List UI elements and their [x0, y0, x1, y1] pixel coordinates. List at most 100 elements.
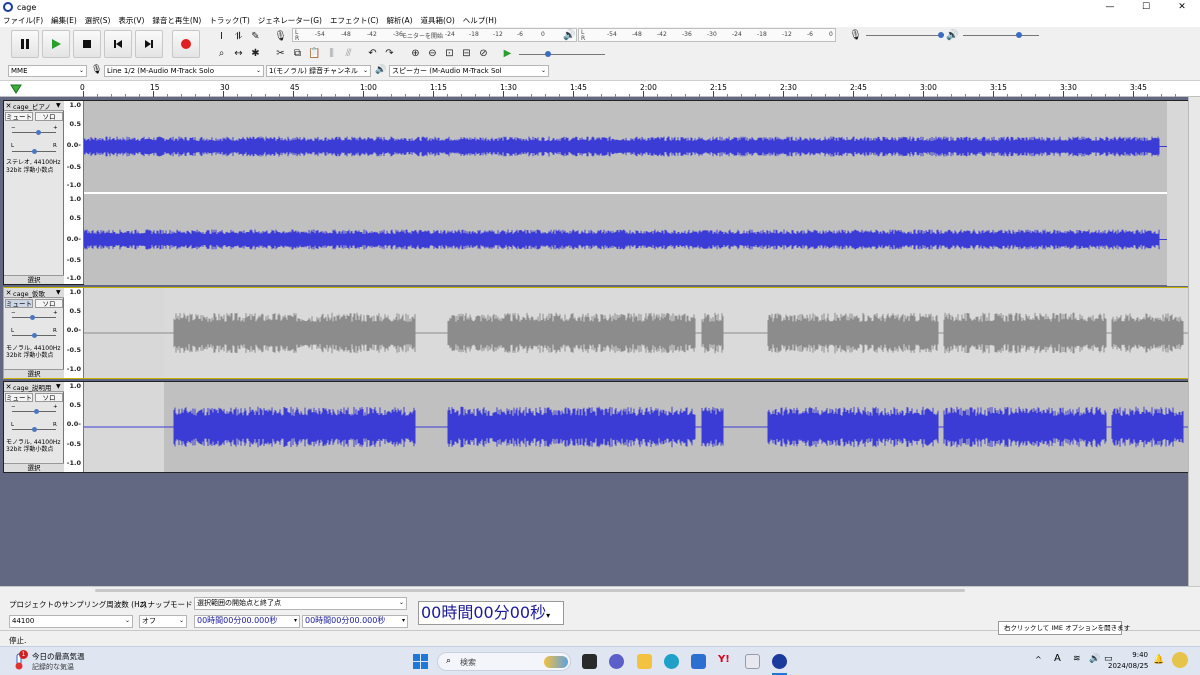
menu-help[interactable]: ヘルプ(H) [463, 15, 497, 26]
clock-time[interactable]: 9:40 [1108, 651, 1148, 659]
silence-icon[interactable]: ⫻ [341, 46, 356, 61]
notification-bell-icon[interactable]: 🔔 [1153, 655, 1164, 665]
snap-mode-select[interactable]: オフ ⌄ [139, 615, 187, 628]
solo-button[interactable]: ソロ [35, 112, 63, 121]
ime-indicator[interactable]: A [1054, 653, 1061, 664]
horizontal-scrollbar[interactable] [95, 589, 965, 592]
track-piano[interactable]: ✕ cage_ピアノ ▼ ミュート ソロ − + LR ステレオ, 44100Hz 3… [3, 100, 1188, 286]
close-track-icon[interactable]: ✕ [4, 102, 13, 110]
menu-effect[interactable]: エフェクト(C) [330, 15, 379, 26]
track-name[interactable]: cage_仮歌 [13, 288, 56, 298]
pin-playhead-icon[interactable] [10, 84, 22, 94]
mute-button[interactable]: ミュート [5, 112, 33, 121]
record-volume-knob[interactable] [938, 32, 944, 38]
fit-selection-icon[interactable]: ⊡ [442, 46, 457, 61]
paste-icon[interactable]: 📋 [307, 46, 322, 61]
select-track-button[interactable]: 選択 [4, 463, 64, 472]
vertical-scrollbar[interactable] [1188, 97, 1200, 586]
record-volume-slider[interactable] [866, 32, 944, 38]
menu-generate[interactable]: ジェネレーター(G) [258, 15, 322, 26]
playback-speed-knob[interactable] [545, 51, 551, 57]
record-meter-mic-icon[interactable]: 🎙 [273, 29, 288, 44]
trim-icon[interactable]: ⫼ [324, 46, 339, 61]
play-button[interactable] [42, 30, 70, 58]
skip-to-end-button[interactable] [135, 30, 163, 58]
selection-type-select[interactable]: 選択範囲の開始点と終了点 ⌄ [194, 597, 407, 610]
track-menu-icon[interactable]: ▼ [56, 102, 64, 109]
playback-meter-speaker-icon[interactable]: 🔊 [562, 28, 577, 43]
store-icon[interactable] [691, 654, 706, 669]
solo-button[interactable]: ソロ [35, 299, 63, 308]
audacity-taskbar-icon[interactable] [772, 654, 787, 669]
waveform-mono-muted[interactable] [84, 288, 1188, 378]
playback-speed-slider[interactable] [519, 51, 605, 57]
play-at-speed-icon[interactable]: ▶ [500, 46, 515, 61]
copy-icon[interactable]: ⧉ [290, 46, 305, 61]
zoom-tool-icon[interactable]: ⌕ [214, 46, 229, 61]
select-track-button[interactable]: 選択 [4, 275, 64, 284]
playback-device-select[interactable]: スピーカー (M-Audio M-Track Sol ⌄ [389, 65, 549, 77]
show-hidden-icons[interactable]: ^ [1035, 655, 1042, 664]
yahoo-icon[interactable]: Y! [718, 654, 733, 669]
redo-icon[interactable]: ↷ [382, 46, 397, 61]
waveform-mono[interactable] [84, 382, 1188, 472]
menu-analyze[interactable]: 解析(A) [387, 15, 413, 26]
waveform-stereo[interactable] [83, 101, 1188, 286]
clock-date[interactable]: 2024/08/25 [1108, 662, 1148, 670]
close-button[interactable]: ✕ [1164, 0, 1200, 14]
menu-tracks[interactable]: トラック(T) [209, 15, 249, 26]
stop-button[interactable] [73, 30, 101, 58]
menu-edit[interactable]: 編集(E) [51, 15, 77, 26]
recording-device-select[interactable]: Line 1/2 (M-Audio M-Track Solo ⌄ [104, 65, 264, 77]
wifi-icon[interactable]: ≋ [1073, 654, 1081, 664]
zoom-out-icon[interactable]: ⊖ [425, 46, 440, 61]
playback-volume-knob[interactable] [1016, 32, 1022, 38]
pan-slider[interactable] [12, 427, 56, 432]
record-button[interactable] [172, 30, 200, 58]
chat-icon[interactable] [609, 654, 624, 669]
pan-slider[interactable] [12, 149, 56, 154]
undo-icon[interactable]: ↶ [365, 46, 380, 61]
audio-host-select[interactable]: MME ⌄ [8, 65, 87, 77]
zoom-toggle-icon[interactable]: ⊘ [476, 46, 491, 61]
recording-channels-select[interactable]: 1(モノラル) 録音チャンネル ⌄ [266, 65, 371, 77]
gain-slider[interactable] [12, 409, 56, 414]
track-menu-icon[interactable]: ▼ [56, 383, 64, 390]
taskbar-search[interactable]: ⌕ 検索 [437, 652, 571, 671]
task-view-icon[interactable] [582, 654, 597, 669]
timeshift-tool-icon[interactable]: ↔ [231, 46, 246, 61]
maximize-button[interactable]: ☐ [1128, 0, 1164, 14]
gain-slider[interactable] [12, 130, 56, 135]
track-guide-vocal[interactable]: ✕ cage_仮歌 ▼ ミュート ソロ − + LR モノラル, 44100Hz 32… [3, 287, 1188, 379]
weather-title[interactable]: 今日の最高気温 [32, 651, 85, 662]
track-menu-icon[interactable]: ▼ [56, 289, 64, 296]
menu-view[interactable]: 表示(V) [118, 15, 144, 26]
track-name[interactable]: cage_ピアノ [13, 101, 56, 111]
menu-tools[interactable]: 道具箱(O) [421, 15, 455, 26]
track-name[interactable]: cage_説明用 [13, 382, 56, 392]
solo-button[interactable]: ソロ [35, 393, 63, 402]
track-panel[interactable]: ✕ cage_ピアノ ▼ ミュート ソロ − + LR ステレオ, 44100Hz 3… [0, 97, 1200, 586]
timeline-ruler[interactable]: 0 15 30 45 1:00 1:15 1:30 1:45 2:00 2:15 2:30 2:45 3… [0, 80, 1200, 98]
menu-select[interactable]: 選択(S) [85, 15, 111, 26]
record-meter[interactable]: L R -54 -48 -42 -36 モニターを開始 -24 -18 -12 … [292, 28, 577, 42]
file-explorer-icon[interactable] [637, 654, 652, 669]
mute-button[interactable]: ミュート [5, 393, 33, 402]
monitor-start-label[interactable]: モニターを開始 [401, 31, 443, 40]
app-icon[interactable] [745, 654, 760, 669]
edge-browser-icon[interactable] [664, 654, 679, 669]
close-track-icon[interactable]: ✕ [4, 383, 13, 391]
close-track-icon[interactable]: ✕ [4, 289, 13, 297]
zoom-in-icon[interactable]: ⊕ [408, 46, 423, 61]
selection-tool-icon[interactable]: I [214, 29, 229, 44]
draw-tool-icon[interactable]: ✎ [248, 29, 263, 44]
cut-icon[interactable]: ✂ [273, 46, 288, 61]
playback-volume-slider[interactable] [963, 32, 1039, 38]
selection-start-time[interactable]: 00時間00分00.000秒 ▾ [194, 615, 300, 628]
menu-transport[interactable]: 録音と再生(N) [152, 15, 201, 26]
envelope-tool-icon[interactable]: ⥮ [231, 29, 246, 44]
playback-meter[interactable]: L R -54 -48 -42 -36 -30 -24 -18 -12 -6 0 [578, 28, 836, 42]
copilot-icon[interactable] [1172, 652, 1188, 668]
multi-tool-icon[interactable]: ✱ [248, 46, 263, 61]
selection-end-time[interactable]: 00時間00分00.000秒 ▾ [302, 615, 408, 628]
